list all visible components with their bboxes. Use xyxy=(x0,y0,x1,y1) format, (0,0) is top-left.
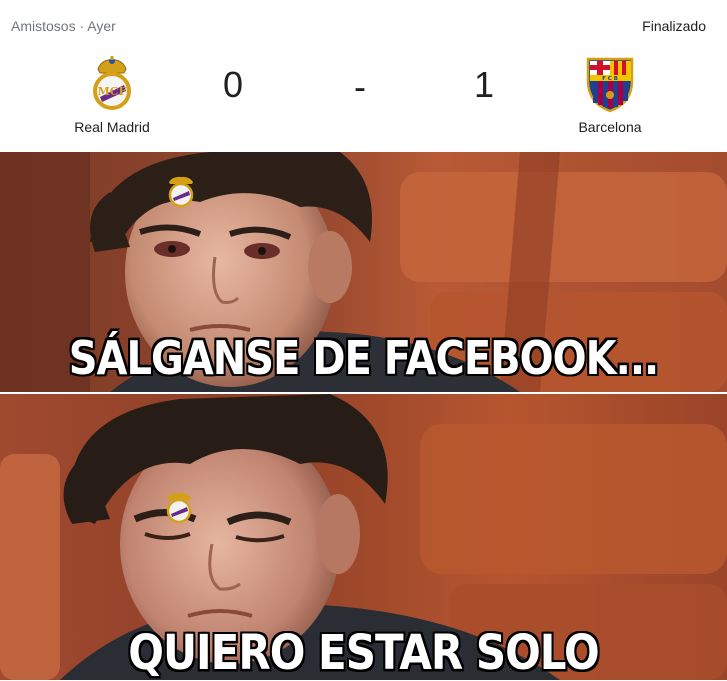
home-score: 0 xyxy=(223,64,244,105)
forehead-real-madrid-crest-icon-2 xyxy=(166,492,192,524)
home-team-name: Real Madrid xyxy=(74,119,150,135)
competition-date-label: Amistosos · Ayer xyxy=(11,18,116,34)
meme-bottom-caption: QUIERO ESTAR SOLO xyxy=(128,624,600,681)
match-status-label: Finalizado xyxy=(642,18,706,34)
fc-barcelona-crest-icon: F C B xyxy=(586,57,634,113)
real-madrid-crest-icon: MCF xyxy=(93,56,131,110)
svg-text:MCF: MCF xyxy=(98,85,127,98)
home-team[interactable]: MCF Real Madrid xyxy=(57,55,167,135)
score-separator: - xyxy=(354,66,366,107)
forehead-real-madrid-crest-icon xyxy=(168,176,194,208)
meme-top-caption: SÁLGANSE DE FACEBOOK... xyxy=(68,332,659,386)
match-scorecard[interactable]: Amistosos · Ayer Finalizado MCF Real Mad… xyxy=(0,0,727,150)
away-team-name: Barcelona xyxy=(578,119,642,135)
away-team[interactable]: F C B Barcelona xyxy=(555,55,665,135)
away-score: 1 xyxy=(474,64,495,105)
